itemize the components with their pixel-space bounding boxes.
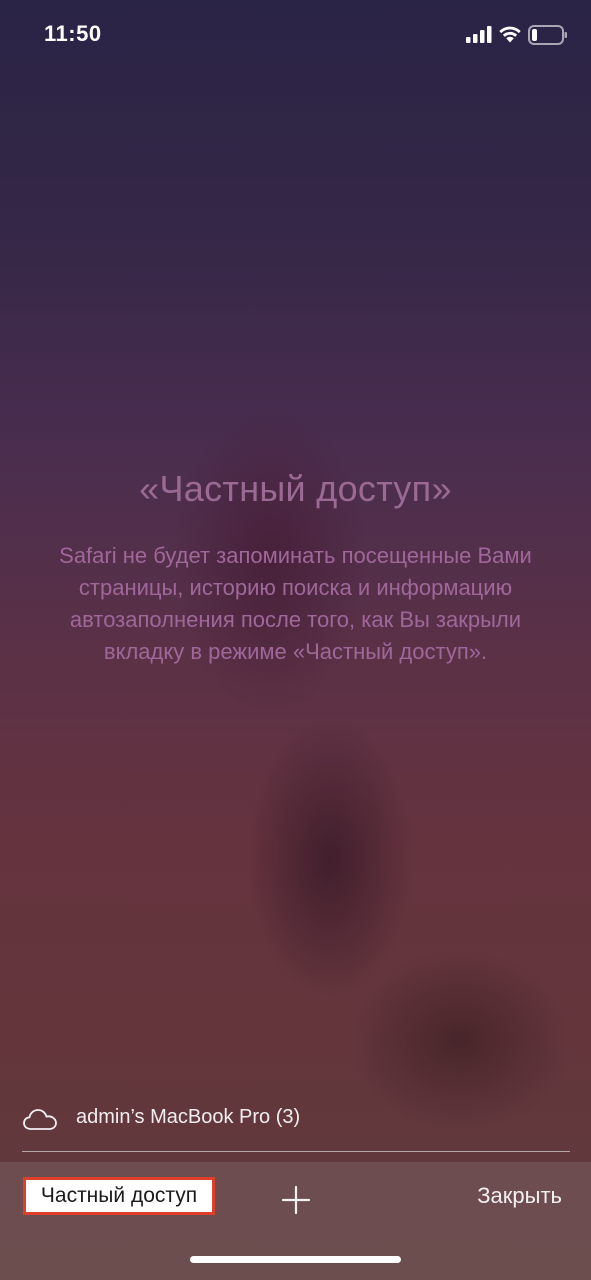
icloud-device-label[interactable]: admin’s MacBook Pro (3) [76, 1106, 300, 1129]
divider [22, 1151, 570, 1152]
close-button[interactable]: Закрыть [477, 1183, 562, 1209]
battery-icon [528, 25, 567, 45]
signal-icon [466, 26, 492, 43]
cloud-icon [23, 1109, 57, 1130]
home-indicator[interactable] [190, 1256, 401, 1263]
private-mode-button[interactable]: Частный доступ [23, 1177, 215, 1215]
private-browsing-heading: «Частный доступ» [139, 468, 452, 509]
wifi-icon [499, 26, 521, 43]
icloud-tabs-row[interactable]: admin’s MacBook Pro (3) [0, 1098, 591, 1142]
status-bar: 11:50 [0, 0, 591, 72]
status-time: 11:50 [44, 21, 102, 46]
plus-icon[interactable] [280, 1184, 312, 1216]
private-browsing-description: Safari не будет запоминать посещенные Ва… [59, 543, 532, 664]
bottom-toolbar: Частный доступ Закрыть [0, 1162, 591, 1280]
